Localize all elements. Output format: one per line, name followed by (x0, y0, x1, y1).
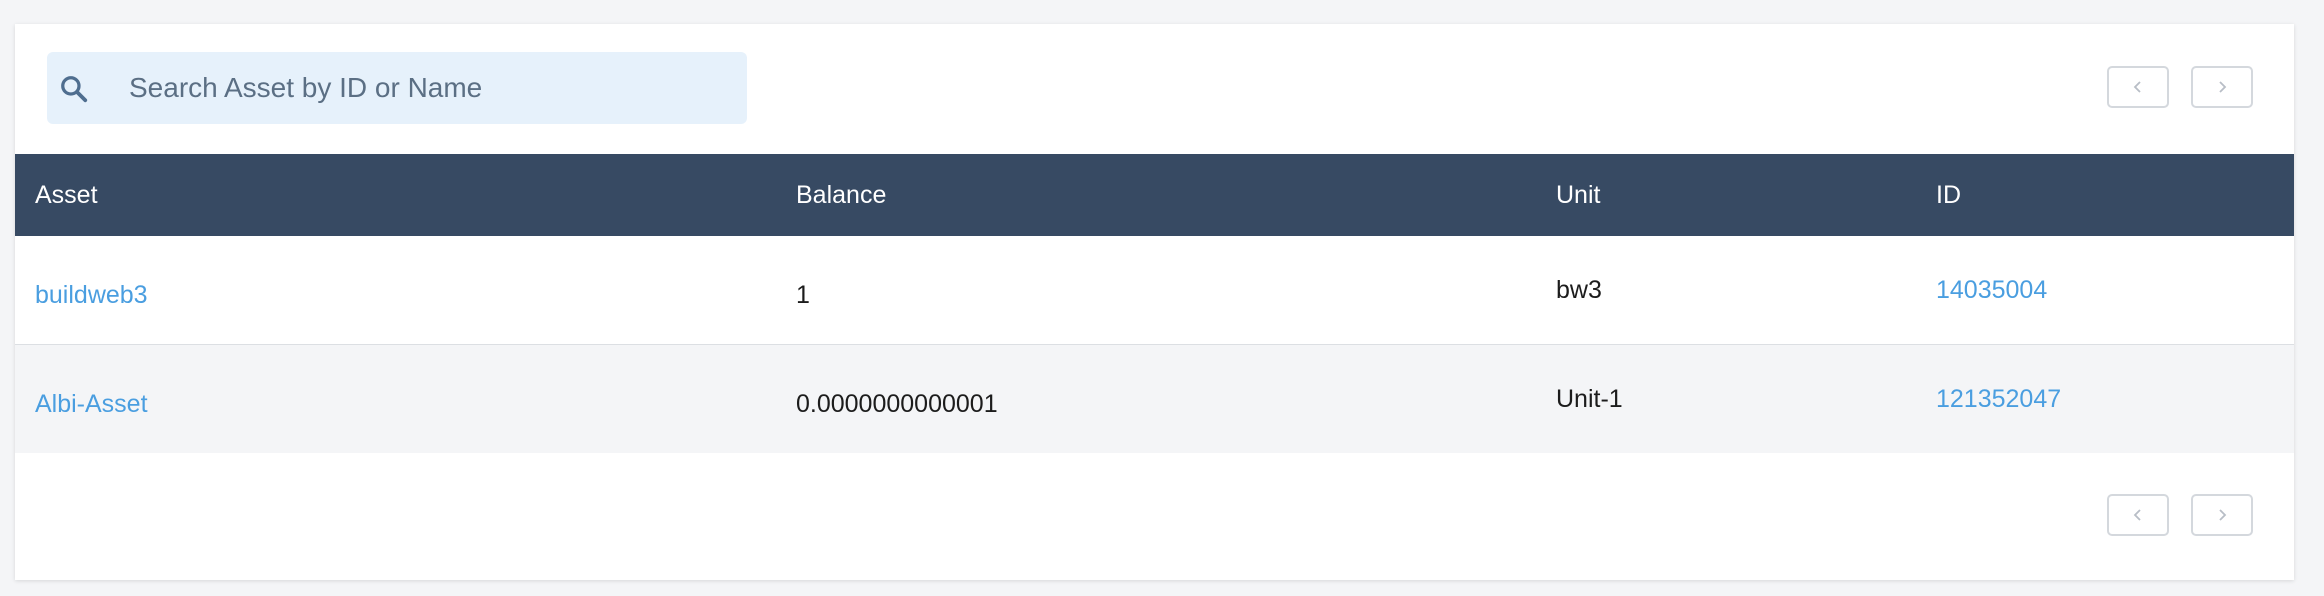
header-id: ID (1936, 180, 1961, 209)
assets-card: Asset Balance Unit ID buildweb3 1 bw3 14… (15, 24, 2294, 580)
table-row: buildweb3 1 bw3 14035004 (15, 236, 2294, 344)
chevron-right-icon (2219, 81, 2227, 93)
unit-cell: bw3 (1556, 276, 1602, 304)
pagination-bottom (2107, 494, 2253, 536)
chevron-left-icon (2133, 81, 2141, 93)
next-page-button[interactable] (2191, 494, 2253, 536)
chevron-left-icon (2133, 509, 2141, 521)
chevron-right-icon (2219, 509, 2227, 521)
header-balance: Balance (796, 180, 887, 209)
balance-cell: 0.0000000000001 (796, 390, 998, 418)
asset-id-link[interactable]: 14035004 (1936, 276, 2047, 305)
next-page-button[interactable] (2191, 66, 2253, 108)
asset-link[interactable]: Albi-Asset (35, 390, 148, 419)
balance-cell: 1 (796, 281, 810, 309)
unit-cell: Unit-1 (1556, 385, 1623, 413)
pagination-top (2107, 66, 2253, 108)
asset-link[interactable]: buildweb3 (35, 281, 148, 310)
prev-page-button[interactable] (2107, 66, 2169, 108)
header-asset: Asset (35, 180, 98, 209)
prev-page-button[interactable] (2107, 494, 2169, 536)
table-header: Asset Balance Unit ID (15, 154, 2294, 236)
asset-id-link[interactable]: 121352047 (1936, 385, 2061, 414)
search-input[interactable] (129, 52, 729, 124)
toolbar (15, 24, 2294, 154)
table-row: Albi-Asset 0.0000000000001 Unit-1 121352… (15, 344, 2294, 453)
header-unit: Unit (1556, 180, 1601, 209)
search-icon (61, 76, 88, 103)
assets-table: Asset Balance Unit ID buildweb3 1 bw3 14… (15, 154, 2294, 453)
search-box[interactable] (47, 52, 747, 124)
